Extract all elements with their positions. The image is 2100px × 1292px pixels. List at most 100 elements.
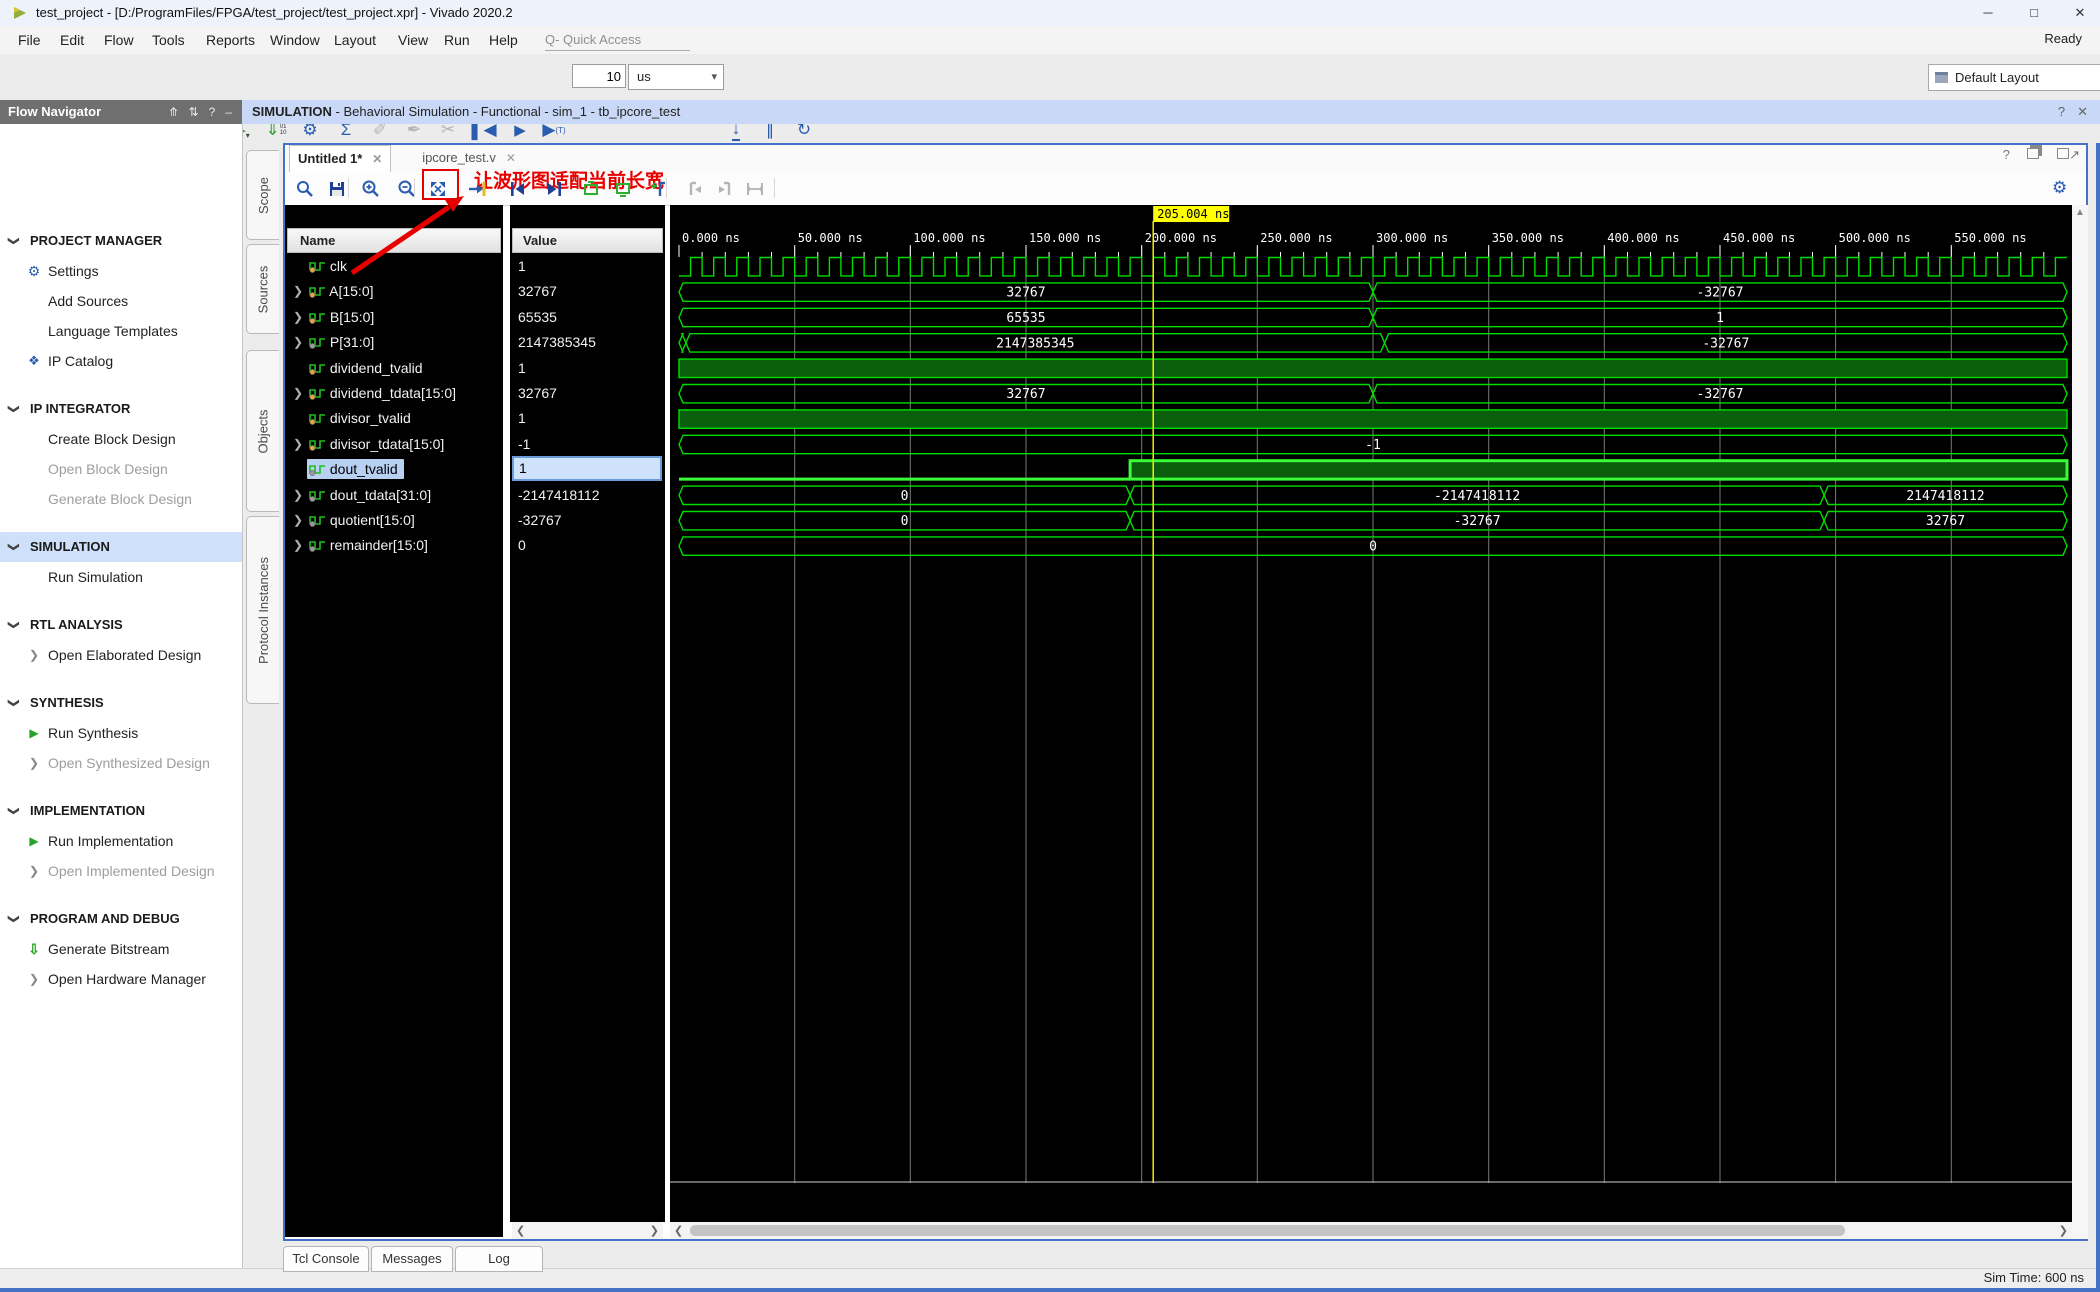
remove-selected-icon[interactable]	[612, 178, 634, 200]
flownav-item-ip-catalog[interactable]: ❖ IP Catalog	[0, 346, 242, 376]
flownav-item-open-elaborated-design[interactable]: ❯ Open Elaborated Design	[0, 640, 242, 670]
expand-icon[interactable]: ❯	[293, 432, 303, 457]
flownav-section-implementation[interactable]: ❯ IMPLEMENTATION	[0, 796, 242, 826]
wave-tab-untitled-1-[interactable]: Untitled 1* ✕	[289, 145, 392, 172]
zoom-in-icon[interactable]	[360, 178, 382, 200]
zoom-to-cursor-icon[interactable]	[466, 178, 488, 200]
layout-select[interactable]: Default Layout ▾	[1928, 64, 2100, 91]
flownav-section-rtl-analysis[interactable]: ❯ RTL ANALYSIS	[0, 610, 242, 640]
close-tab-icon[interactable]: ✕	[506, 151, 516, 165]
wave-settings-gear-icon[interactable]: ⚙	[2052, 178, 2067, 198]
help-icon[interactable]: ?	[209, 100, 216, 124]
flownav-item-settings[interactable]: ⚙ Settings	[0, 256, 242, 286]
minimize-button[interactable]: ─	[1968, 0, 2008, 26]
menu-item-layout[interactable]: Layout	[330, 30, 380, 50]
menu-item-window[interactable]: Window	[266, 30, 324, 50]
wave-vscrollbar[interactable]: ▲	[2072, 205, 2088, 1239]
flownav-section-project-manager[interactable]: ❯ PROJECT MANAGER	[0, 226, 242, 256]
signal-row-name[interactable]: ❯ dividend_tdata[15:0]	[285, 381, 503, 406]
bottom-tab-tcl-console[interactable]: Tcl Console	[283, 1246, 369, 1272]
selected-value-cell[interactable]: 1	[512, 456, 662, 481]
time-unit-select[interactable]: us ▾	[628, 64, 724, 90]
previous-marker-icon[interactable]	[684, 178, 706, 200]
find-icon[interactable]	[294, 178, 316, 200]
menu-item-file[interactable]: File	[14, 30, 45, 50]
bottom-tab-messages[interactable]: Messages	[371, 1246, 453, 1272]
scroll-right-icon[interactable]: ❯	[2059, 1224, 2068, 1237]
expand-icon[interactable]: ❯	[293, 483, 303, 508]
help-icon[interactable]: ?	[2003, 147, 2010, 162]
flownav-section-ip-integrator[interactable]: ❯ IP INTEGRATOR	[0, 394, 242, 424]
signal-row-value[interactable]: 1	[518, 356, 526, 381]
flownav-item-run-synthesis[interactable]: ▶ Run Synthesis	[0, 718, 242, 748]
expand-icon[interactable]: ❯	[293, 381, 303, 406]
maximize-button[interactable]: □	[2014, 0, 2054, 26]
run-time-input[interactable]	[572, 64, 626, 88]
side-tab-protocol-instances[interactable]: Protocol Instances	[246, 516, 279, 704]
next-transition-icon[interactable]	[544, 178, 566, 200]
expand-icon[interactable]: ❯	[293, 279, 303, 304]
menu-item-tools[interactable]: Tools	[148, 30, 189, 50]
side-tab-sources[interactable]: Sources	[246, 244, 279, 334]
signal-row-value[interactable]: -2147418112	[518, 483, 599, 508]
signal-row-value[interactable]: 65535	[518, 305, 557, 330]
signal-row-name[interactable]: ❯ B[15:0]	[285, 305, 503, 330]
expand-icon[interactable]: ⇅	[189, 100, 199, 124]
value-column-header[interactable]: Value	[512, 228, 663, 253]
previous-transition-icon[interactable]	[506, 178, 528, 200]
side-tab-scope[interactable]: Scope	[246, 150, 279, 240]
signal-row-value[interactable]: -32767	[518, 508, 562, 533]
flownav-item-run-implementation[interactable]: ▶ Run Implementation	[0, 826, 242, 856]
flownav-section-simulation[interactable]: ❯ SIMULATION	[0, 532, 242, 562]
signal-row-name[interactable]: clk	[285, 254, 503, 279]
signal-row-value[interactable]: -1	[518, 432, 530, 457]
minimize-icon[interactable]: –	[225, 100, 232, 124]
signal-row-name[interactable]: dout_tvalid	[285, 457, 503, 482]
expand-icon[interactable]: ❯	[293, 533, 303, 558]
swap-cursors-icon[interactable]	[744, 178, 766, 200]
flownav-item-language-templates[interactable]: Language Templates	[0, 316, 242, 346]
expand-icon[interactable]: ❯	[293, 330, 303, 355]
signal-row-value[interactable]: 1	[518, 254, 526, 279]
collapse-all-icon[interactable]: ⤊	[169, 100, 179, 124]
flownav-item-generate-bitstream[interactable]: ⇩ Generate Bitstream	[0, 934, 242, 964]
add-selected-icon[interactable]	[580, 178, 602, 200]
signal-row-value[interactable]: 32767	[518, 279, 557, 304]
expand-icon[interactable]: ❯	[293, 305, 303, 330]
menu-item-reports[interactable]: Reports	[202, 30, 259, 50]
flownav-item-create-block-design[interactable]: Create Block Design	[0, 424, 242, 454]
value-hscrollbar[interactable]: ❮ ❯	[512, 1222, 663, 1239]
scroll-left-icon[interactable]: ❮	[674, 1224, 683, 1237]
save-wave-config-icon[interactable]	[326, 178, 348, 200]
name-column-header[interactable]: Name	[287, 228, 501, 253]
signal-row-name[interactable]: ❯ quotient[15:0]	[285, 508, 503, 533]
signal-row-value[interactable]: 1	[518, 406, 526, 431]
flownav-section-program-and-debug[interactable]: ❯ PROGRAM AND DEBUG	[0, 904, 242, 934]
signal-row-name[interactable]: ❯ A[15:0]	[285, 279, 503, 304]
close-tab-icon[interactable]: ✕	[372, 152, 382, 166]
signal-row-value[interactable]: 32767	[518, 381, 557, 406]
flownav-item-open-hardware-manager[interactable]: ❯ Open Hardware Manager	[0, 964, 242, 994]
waveform-canvas[interactable]: 0.000 ns 50.000 ns 100.000 ns 150.000 ns 200…	[670, 205, 2072, 1183]
flownav-item-add-sources[interactable]: Add Sources	[0, 286, 242, 316]
menu-item-edit[interactable]: Edit	[56, 30, 88, 50]
maximize-icon[interactable]: ↗	[2057, 147, 2080, 162]
flownav-item-run-simulation[interactable]: Run Simulation	[0, 562, 242, 592]
expand-icon[interactable]: ❯	[293, 508, 303, 533]
float-icon[interactable]	[2027, 147, 2040, 162]
next-marker-icon[interactable]	[714, 178, 736, 200]
signal-row-name[interactable]: ❯ remainder[15:0]	[285, 533, 503, 558]
zoom-fit-icon[interactable]	[427, 178, 449, 200]
scroll-right-icon[interactable]: ❯	[650, 1224, 659, 1237]
bottom-tab-log[interactable]: Log	[455, 1246, 543, 1272]
close-icon[interactable]: ✕	[2077, 100, 2088, 124]
signal-row-value[interactable]: 2147385345	[518, 330, 596, 355]
signal-row-name[interactable]: divisor_tvalid	[285, 406, 503, 431]
signal-row-value[interactable]: 0	[518, 533, 526, 558]
flownav-section-synthesis[interactable]: ❯ SYNTHESIS	[0, 688, 242, 718]
scroll-up-icon[interactable]: ▲	[2075, 207, 2085, 218]
scroll-left-icon[interactable]: ❮	[516, 1224, 525, 1237]
quick-access-search[interactable]: Q- Quick Access	[545, 30, 690, 51]
menu-item-flow[interactable]: Flow	[100, 30, 138, 50]
menu-item-run[interactable]: Run	[440, 30, 474, 50]
